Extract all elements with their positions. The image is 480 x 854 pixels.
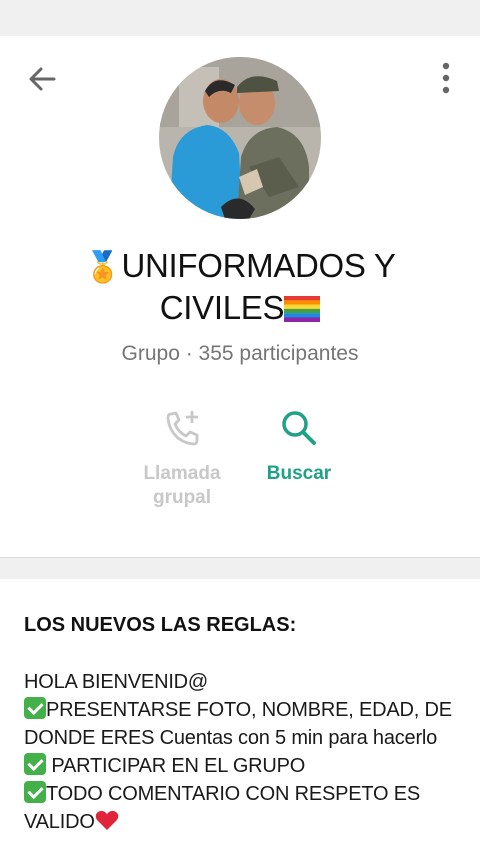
group-call-label: Llamada grupal: [143, 463, 221, 508]
search-button[interactable]: Buscar: [252, 408, 346, 486]
description-greeting: HOLA BIENVENID@: [24, 671, 209, 693]
check-mark-emoji: [24, 753, 46, 775]
status-bar-area: [0, 0, 480, 36]
more-vert-icon: [442, 62, 450, 94]
group-call-button[interactable]: Llamada grupal: [130, 408, 234, 510]
check-mark-emoji: [24, 781, 46, 803]
medal-emoji: 🏅: [84, 250, 122, 285]
description-heading: LOS NUEVOS LAS REGLAS:: [24, 614, 297, 636]
red-heart-emoji: [95, 810, 118, 830]
group-name-line2: CIVILES: [159, 289, 285, 326]
search-label: Buscar: [266, 463, 332, 484]
description-rule-1: PRESENTARSE FOTO, NOMBRE, EDAD, DE DONDE…: [24, 699, 458, 749]
add-call-icon: [166, 411, 199, 446]
group-name: 🏅UNIFORMADOS Y CIVILES: [20, 246, 460, 328]
group-participants-info: Grupo · 355 participantes: [121, 342, 359, 365]
group-info-header: 🏅UNIFORMADOS Y CIVILES Grupo · 355 parti…: [0, 36, 480, 558]
check-mark-emoji: [24, 697, 46, 719]
description-text: HOLA BIENVENID@ PRESENTARSE FOTO, NOMBRE…: [24, 668, 464, 836]
group-avatar[interactable]: [159, 57, 321, 219]
search-icon: [282, 411, 316, 445]
back-button[interactable]: [24, 64, 60, 94]
group-name-line1: UNIFORMADOS Y: [121, 247, 396, 284]
rainbow-flag-emoji: [284, 296, 321, 322]
arrow-left-icon: [29, 67, 56, 91]
description-rule-2: PARTICIPAR EN EL GRUPO: [46, 755, 306, 777]
more-options-button[interactable]: [434, 60, 458, 96]
description-rule-3: TODO COMENTARIO CON RESPETO ES VALIDO: [24, 783, 426, 833]
group-description: LOS NUEVOS LAS REGLAS: HOLA BIENVENID@ P…: [0, 579, 480, 854]
